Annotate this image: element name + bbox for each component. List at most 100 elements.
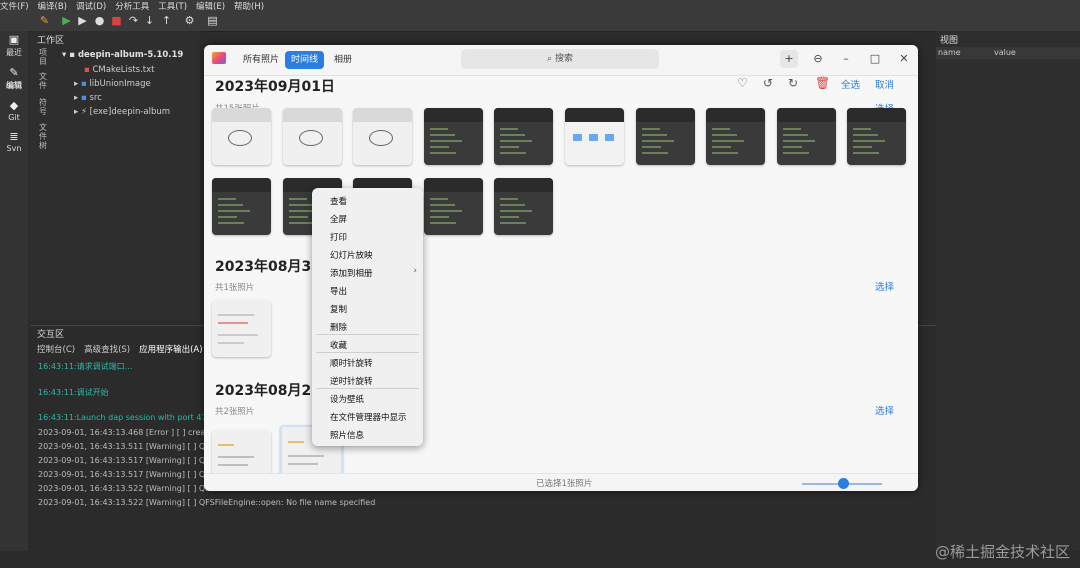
context-menu-item[interactable]: 复制 [330,303,347,315]
photo-thumbnail[interactable] [212,430,271,475]
photo-thumbnail[interactable] [212,108,271,165]
stop-icon[interactable]: ■ [110,14,123,27]
menu-analysis[interactable]: 分析工具 [115,0,149,12]
photo-thumbnail[interactable] [565,108,624,165]
photo-thumbnail[interactable] [353,108,413,165]
photo-thumbnail[interactable] [423,108,483,165]
menu-help[interactable]: 帮助(H) [234,0,264,12]
context-menu-item[interactable]: 全屏 [330,213,347,225]
log-line: 2023-09-01, 16:43:13.522 [Warning] [ ] Q… [38,498,376,507]
output-panel-title: 交互区 [37,330,65,340]
context-menu-item[interactable]: 删除 [330,321,347,333]
step-over-icon[interactable]: ↷ [127,14,140,27]
activity-svn[interactable]: ≣ Svn [0,130,28,154]
photo-thumbnail[interactable] [635,108,695,165]
context-menu-item[interactable]: 顺时针旋转 [330,357,373,369]
hammer-icon[interactable]: ✎ [38,14,51,27]
rotate-right-icon[interactable]: ↻ [788,76,798,90]
vtab-filetree[interactable]: 文件树 [38,123,48,150]
cancel-button[interactable]: 取消 [875,77,894,91]
favorite-icon[interactable]: ♡ [737,76,748,90]
activity-git[interactable]: ◆ Git [0,100,28,123]
run-icon[interactable]: ▶ [60,14,73,27]
menu-tools[interactable]: 工具(T) [158,0,187,12]
column-name: name [938,48,961,57]
photo-thumbnail[interactable] [494,178,554,235]
tab-all-photos[interactable]: 所有照片 [237,51,285,69]
search-icon: ⌕ [547,54,555,64]
minimize-icon[interactable]: – [837,50,855,68]
photo-thumbnail[interactable] [212,178,271,235]
edit-icon: ✎ [9,66,19,79]
photo-thumbnail[interactable] [423,178,483,235]
photo-thumbnail[interactable] [212,300,271,357]
context-menu-item[interactable]: 导出 [330,285,347,297]
chevron-right-icon: ▸ [74,107,81,117]
more-menu-icon[interactable]: ⊖ [809,50,827,68]
column-value: value [994,48,1016,57]
group-date-heading: 2023年08月31 [215,259,321,275]
tab-timeline[interactable]: 时间线 [285,51,325,69]
step-out-icon[interactable]: ↑ [160,14,173,27]
activity-edit[interactable]: ✎ 编辑 [0,67,28,91]
svn-icon: ≣ [9,130,19,143]
step-into-icon[interactable]: ↓ [143,14,156,27]
tree-item-cmakelists[interactable]: ▪ CMakeLists.txt [84,65,154,75]
group-select-button[interactable]: 选择 [875,279,894,293]
photo-thumbnail[interactable] [282,108,342,165]
settings-icon[interactable]: ⚙ [183,14,196,27]
executable-icon: ⚡ [80,107,90,117]
tree-item-exe[interactable]: ▸ ⚡ [exe]deepin-album [74,107,170,117]
debug-run-icon[interactable]: ▶ [76,14,89,27]
tab-advanced-search[interactable]: 高级查找(S) [84,343,130,355]
context-menu-item[interactable]: 查看 [330,195,347,207]
photo-thumbnail[interactable] [706,108,766,165]
delete-icon[interactable]: 🗑 [815,76,830,90]
context-menu-item[interactable]: 逆时针旋转 [330,375,373,387]
tab-app-output[interactable]: 应用程序输出(A) [139,343,202,355]
menu-file[interactable]: 文件(F) [0,0,29,12]
menu-build[interactable]: 编译(B) [38,0,67,12]
tree-item-src[interactable]: ▸ ▪ src [74,93,102,103]
activity-recent[interactable]: ▣ 最近 [0,34,28,58]
tab-console[interactable]: 控制台(C) [37,343,75,355]
menu-edit[interactable]: 编辑(E) [196,0,225,12]
log-line: 16:43:11:调试开始 [38,388,109,397]
menu-separator [316,352,419,353]
rotate-left-icon[interactable]: ↺ [763,76,773,90]
vtab-symbol[interactable]: 符号 [38,98,48,116]
document-icon[interactable]: ▤ [206,14,219,27]
variables-header: name value [936,47,1080,59]
tree-item-libunionimage[interactable]: ▸ ▪ libUnionImage [74,79,151,89]
zoom-slider-handle[interactable] [838,478,849,489]
group-select-button[interactable]: 选择 [875,403,894,417]
tree-item-root[interactable]: ▾ ▪ deepin-album-5.10.19 [62,50,183,60]
context-menu-item[interactable]: 在文件管理器中显示 [330,411,407,423]
photo-thumbnail[interactable] [776,108,836,165]
selection-status: 已选择1张照片 [536,479,593,489]
vtab-project[interactable]: 项目 [38,48,48,66]
context-menu-item[interactable]: 收藏 [330,339,347,351]
album-titlebar: 所有照片 时间线 相册 ⌕ 搜索 + ⊖ – □ ✕ [204,45,918,76]
close-icon[interactable]: ✕ [895,50,913,68]
context-menu-item[interactable]: 照片信息 [330,429,364,441]
context-menu-item[interactable]: 设为壁纸 [330,393,364,405]
tab-albums[interactable]: 相册 [328,51,358,69]
menu-debug[interactable]: 调试(D) [76,0,106,12]
photo-thumbnail[interactable] [494,108,554,165]
bug-icon[interactable]: ● [93,14,106,27]
statusbar [0,551,1080,568]
group-photo-count: 共1张照片 [215,283,255,293]
context-menu-item[interactable]: 打印 [330,231,347,243]
search-placeholder: 搜索 [554,54,573,64]
add-icon[interactable]: + [780,50,798,68]
search-input[interactable]: ⌕ 搜索 [461,49,659,69]
photo-thumbnail[interactable] [847,108,907,165]
context-menu-item[interactable]: 添加到相册 [330,267,373,279]
vtab-file[interactable]: 文件 [38,72,48,90]
select-all-button[interactable]: 全选 [841,77,860,91]
menubar: 文件(F) 编译(B) 调试(D) 分析工具 工具(T) 编辑(E) 帮助(H) [0,0,1080,12]
maximize-icon[interactable]: □ [866,50,884,68]
variables-title: 视图 [940,36,959,46]
context-menu-item[interactable]: 幻灯片放映 [330,249,373,261]
